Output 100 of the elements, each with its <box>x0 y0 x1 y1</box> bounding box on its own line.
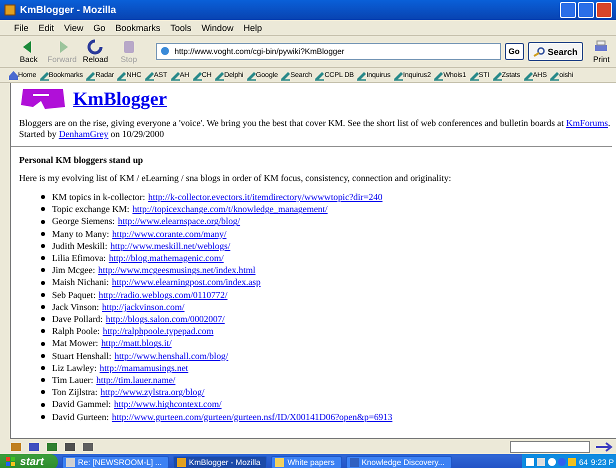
blog-link[interactable]: http://www.highcontext.com/ <box>114 398 222 411</box>
search-button[interactable]: Search <box>528 42 583 61</box>
blogger-name: David Gurteen: <box>52 410 109 423</box>
blog-link[interactable]: http://ralphpoole.typepad.com <box>102 325 214 338</box>
menu-item[interactable]: Help <box>243 22 262 32</box>
bullet-icon <box>41 378 45 382</box>
bullet-icon <box>41 390 45 394</box>
blog-link[interactable]: http://www.mcgeesmusings.net/index.html <box>98 264 256 276</box>
bullet-icon <box>41 280 45 285</box>
window-icon <box>176 458 186 466</box>
bullet-icon <box>41 207 45 212</box>
bullet-icon <box>41 304 45 309</box>
logo-icon <box>19 87 67 111</box>
bookmark-icon <box>214 70 224 80</box>
bullet-icon <box>41 232 45 236</box>
menu-item[interactable]: Bookmarks <box>115 22 160 32</box>
taskbar-button[interactable]: Knowledge Discovery... <box>346 456 452 468</box>
bookmark-icon <box>116 70 126 80</box>
menu-item[interactable]: Go <box>93 22 106 32</box>
bookmark-icon <box>549 70 560 80</box>
go-button[interactable]: Go <box>504 43 524 60</box>
bookmark-icon <box>144 70 154 80</box>
windows-logo-icon <box>6 457 16 467</box>
blog-link[interactable]: http://blog.mathemagenic.com/ <box>108 252 224 264</box>
bookmark-icon <box>246 70 256 80</box>
blog-link[interactable]: http://www.henshall.com/blog/ <box>114 350 228 362</box>
tray-label: 64 <box>578 458 588 466</box>
bookmark-icon <box>85 70 96 80</box>
bullet-icon <box>41 292 45 297</box>
taskbar-button[interactable]: KmBlogger - Mozilla <box>172 456 268 468</box>
bookmark-icon <box>280 70 290 80</box>
blog-link[interactable]: http://blogs.salon.com/0002007/ <box>106 313 225 326</box>
bullet-icon <box>41 402 45 407</box>
bullet-icon <box>41 329 45 334</box>
print-button[interactable]: Print <box>586 39 616 64</box>
address-field[interactable]: http://www.voght.com/cgi-bin/pywiki?KmBlogger <box>156 43 500 60</box>
blog-link[interactable]: http://tim.lauer.name/ <box>96 374 176 386</box>
blog-link[interactable]: http://matt.blogs.it/ <box>101 337 172 350</box>
intro-paragraph: Bloggers are on the rise, giving everyone a 'voice'. We bring you the best that cover KM. See the short list of web conferences and bulletin boards at KmForums. Started by DenhamGrey on 10/29/2000 <box>19 118 612 140</box>
blogger-name: Judith Meskill: <box>52 240 108 252</box>
bookmark-icon <box>38 70 49 80</box>
bookmark-icon <box>192 70 202 80</box>
back-button[interactable]: Back <box>14 39 44 64</box>
blog-link[interactable]: http://mamamusings.net <box>100 362 188 374</box>
bullet-icon <box>41 195 45 200</box>
blogger-name: Dave Pollard: <box>52 313 103 326</box>
menu-item[interactable]: View <box>64 22 84 32</box>
forums-link[interactable]: KmForums <box>566 118 608 128</box>
blogger-name: Lilia Efimova: <box>52 252 106 264</box>
window-icon <box>66 458 75 466</box>
menu-item[interactable]: Tools <box>170 22 192 32</box>
blog-link[interactable]: http://topicexchange.com/t/knowledge_management/ <box>132 203 328 216</box>
blog-link[interactable]: http://jackvinson.com/ <box>102 300 184 314</box>
bookmark-icon <box>170 70 180 80</box>
bullet-icon <box>41 317 45 322</box>
blog-link[interactable]: http://www.zylstra.org/blog/ <box>100 386 204 398</box>
blogger-name: Maish Nichani: <box>52 276 109 289</box>
blogger-name: Liz Lawley: <box>52 362 97 374</box>
blog-link[interactable]: http://www.corante.com/many/ <box>112 228 226 240</box>
author-link[interactable]: DenhamGrey <box>58 129 108 139</box>
blogger-name: Jim Mcgee: <box>52 264 96 276</box>
blogger-name: Ralph Poole: <box>52 325 100 338</box>
clock: 9:23 P <box>590 458 614 466</box>
blogger-name: KM topics in k-collector: <box>52 191 146 204</box>
bookmark-icon <box>392 70 403 80</box>
blogger-name: Topic exchange KM: <box>52 203 130 216</box>
blogger-name: Stuart Henshall: <box>52 350 112 362</box>
section-heading: Personal KM bloggers stand up <box>19 155 144 166</box>
menu-item[interactable]: File <box>14 22 29 32</box>
bullet-icon <box>41 244 45 248</box>
blog-link[interactable]: http://www.meskill.net/weblogs/ <box>110 240 230 252</box>
bookmark-icon <box>356 70 366 80</box>
bookmark-icon <box>522 70 533 80</box>
taskbar-button[interactable]: White papers <box>271 456 342 468</box>
app-icon <box>4 4 16 16</box>
reload-button[interactable]: Reload <box>80 39 110 64</box>
search-icon <box>532 46 545 56</box>
bookmark-icon <box>492 70 502 80</box>
menu-item[interactable]: Edit <box>38 22 54 32</box>
bullet-icon <box>41 342 45 346</box>
window-icon <box>275 458 284 466</box>
blog-link[interactable]: http://k-collector.evectors.it/itemdirectory/wwwwtopic?dir=240 <box>148 191 382 204</box>
bullet-icon <box>41 256 45 260</box>
blog-link[interactable]: http://www.elearnspace.org/blog/ <box>118 215 240 228</box>
page-title[interactable]: KmBlogger <box>73 89 167 111</box>
bookmark-icon <box>433 70 444 80</box>
close-button[interactable] <box>596 2 612 18</box>
blog-link[interactable]: http://www.elearningpost.com/index.asp <box>112 276 261 289</box>
tray-icons-drawing <box>526 457 576 467</box>
taskbar-button[interactable]: Re: [NEWSROOM-L] ... <box>62 456 169 468</box>
blog-link[interactable]: http://radio.weblogs.com/0110772/ <box>98 288 228 301</box>
reload-icon <box>87 39 104 55</box>
bullet-icon <box>41 414 45 419</box>
menu-item[interactable]: Window <box>201 22 234 32</box>
bullet-icon <box>41 366 45 370</box>
window-title: KmBlogger - Mozilla <box>20 4 116 16</box>
start-button[interactable]: start <box>0 454 58 468</box>
bullet-icon <box>41 354 45 358</box>
bookmark-icon <box>468 70 479 80</box>
blog-link[interactable]: http://www.gurteen.com/gurteen/gurteen.nsf/ID/X00141D06?open&p=6913 <box>112 410 392 423</box>
